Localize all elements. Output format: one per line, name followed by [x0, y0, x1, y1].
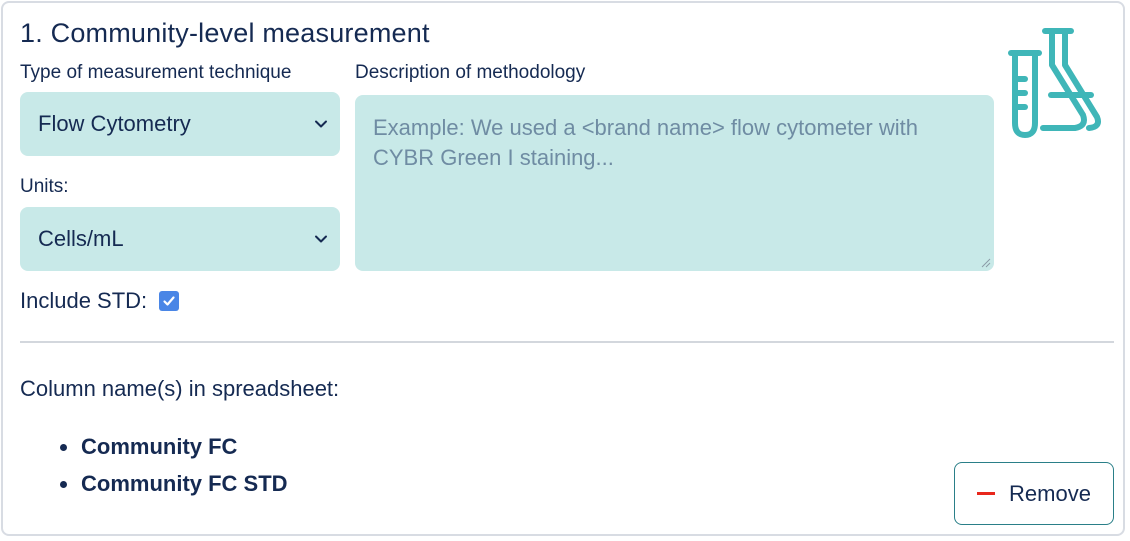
- chevron-down-icon: [315, 235, 327, 243]
- list-item: Community FC STD: [59, 468, 288, 505]
- methodology-textarea[interactable]: Example: We used a <brand name> flow cyt…: [355, 95, 994, 271]
- remove-button-label: Remove: [1009, 480, 1091, 506]
- remove-button[interactable]: Remove: [954, 462, 1114, 525]
- include-std-checkbox[interactable]: [159, 291, 180, 311]
- include-std-row: Include STD:: [20, 288, 180, 314]
- section-divider: [20, 341, 1114, 343]
- technique-select-value: Flow Cytometry: [38, 111, 191, 136]
- units-select[interactable]: Cells/mL: [20, 207, 340, 271]
- checkmark-icon: [163, 296, 175, 306]
- card-title: 1. Community-level measurement: [20, 18, 430, 48]
- methodology-label: Description of methodology: [355, 62, 586, 83]
- lab-flasks-icon: [1008, 28, 1101, 138]
- column-names-label: Column name(s) in spreadsheet:: [20, 376, 340, 401]
- units-label: Units:: [20, 176, 69, 197]
- measurement-card: 1. Community-level measurement Type of m…: [1, 1, 1125, 536]
- resize-handle-icon[interactable]: [981, 258, 991, 268]
- include-std-label: Include STD:: [20, 288, 148, 313]
- methodology-placeholder: Example: We used a <brand name> flow cyt…: [373, 115, 918, 170]
- minus-icon: [977, 492, 996, 495]
- list-item: Community FC: [59, 431, 288, 468]
- chevron-down-icon: [315, 120, 327, 128]
- column-names-list: Community FC Community FC STD: [59, 431, 288, 505]
- technique-label: Type of measurement technique: [20, 62, 292, 83]
- units-select-value: Cells/mL: [38, 226, 124, 251]
- technique-select[interactable]: Flow Cytometry: [20, 92, 340, 156]
